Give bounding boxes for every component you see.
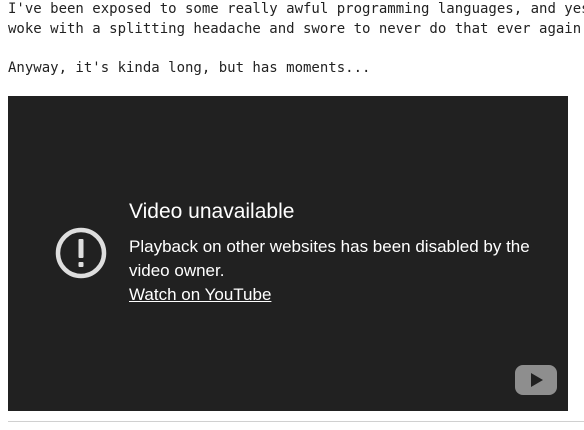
video-error-message: Playback on other websites has been disa… — [129, 237, 530, 280]
youtube-logo-icon[interactable] — [515, 365, 557, 395]
post-paragraph-2: Anyway, it's kinda long, but has moments… — [8, 60, 371, 76]
post-paragraph-1: I've been exposed to some really awful p… — [8, 0, 584, 39]
watch-on-youtube-link[interactable]: Watch on YouTube — [129, 283, 271, 307]
embedded-video[interactable]: Video unavailable Playback on other webs… — [8, 96, 568, 411]
post-paragraph-1-line-1: I've been exposed to some really awful p… — [8, 1, 584, 17]
warning-circle-icon — [55, 227, 107, 279]
post-paragraph-1-line-2: woke with a splitting headache and swore… — [8, 21, 584, 37]
video-error-title: Video unavailable — [129, 200, 295, 223]
page: I've been exposed to some really awful p… — [0, 0, 584, 430]
divider — [8, 421, 584, 422]
